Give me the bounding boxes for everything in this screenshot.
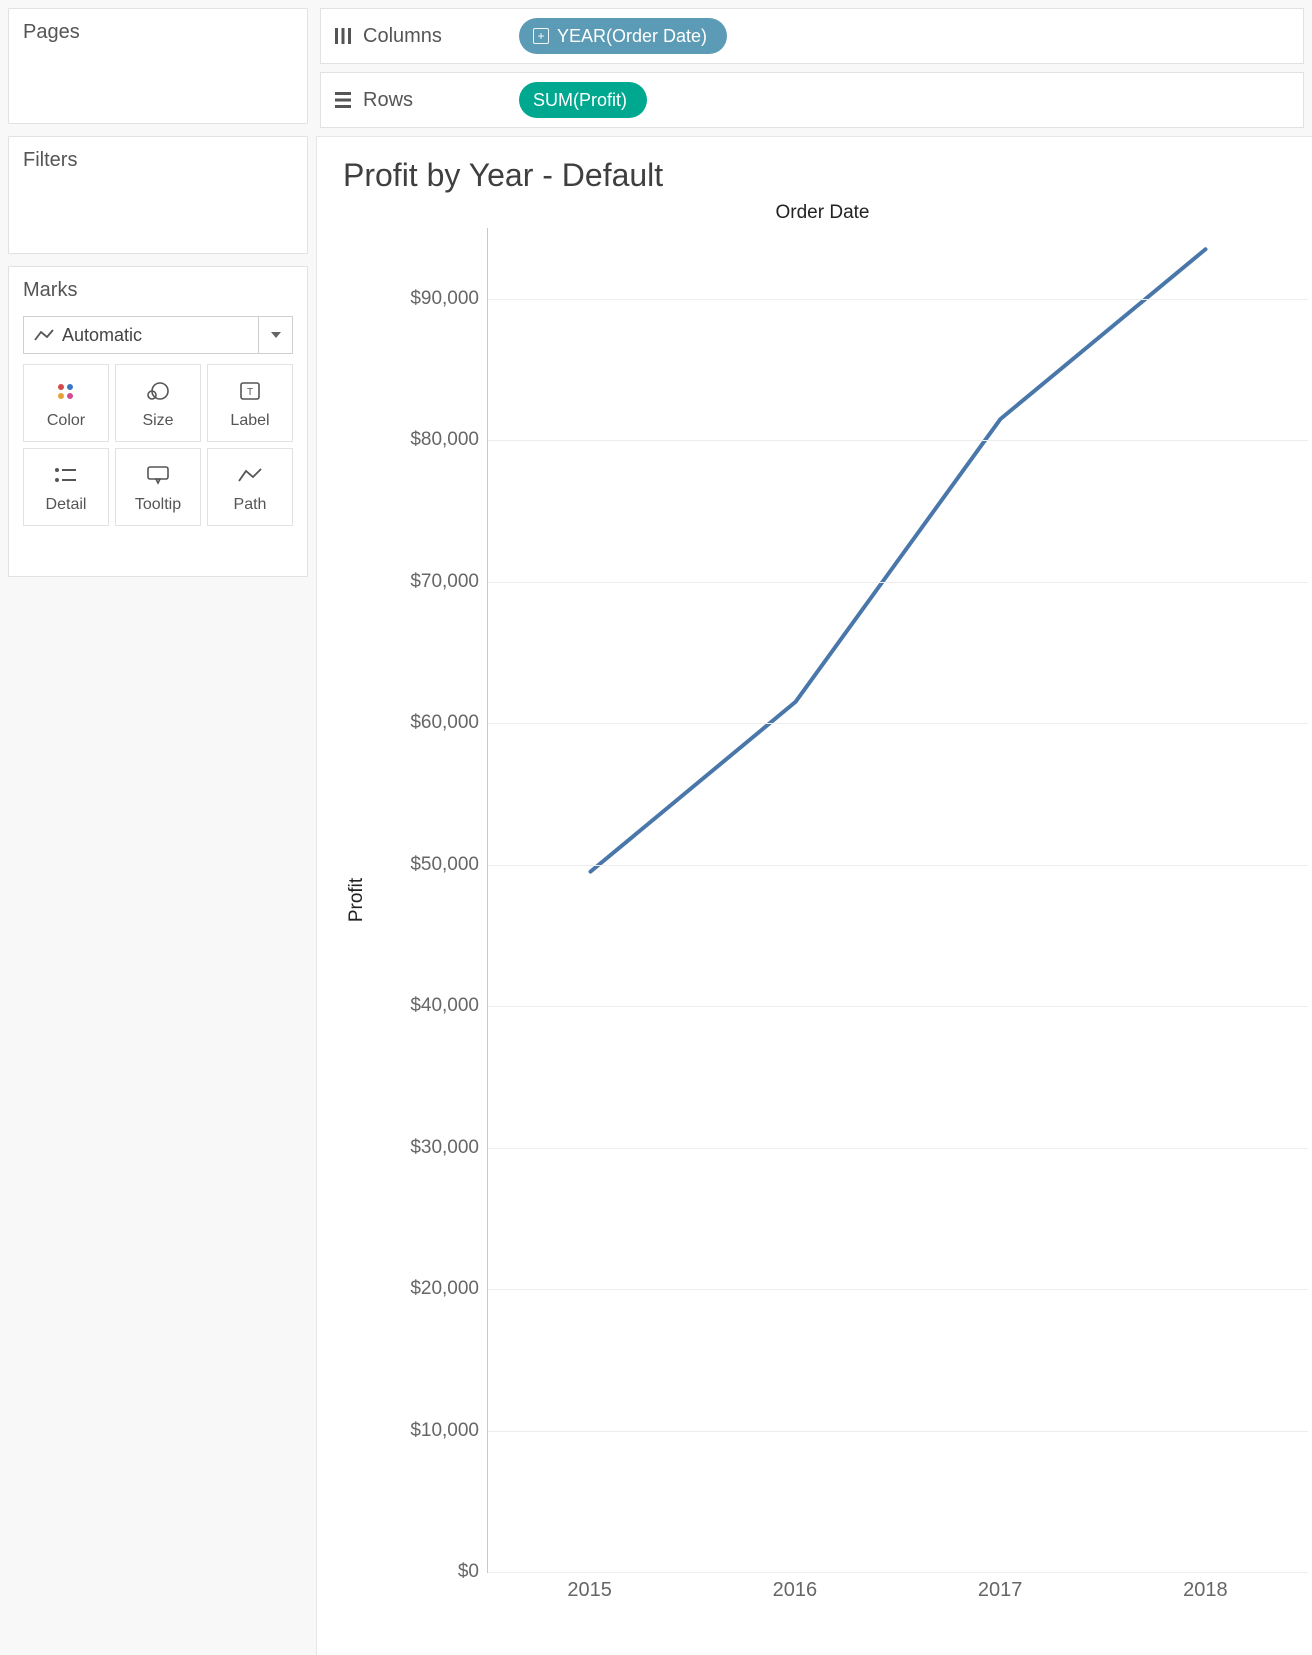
- x-header-label: Order Date: [337, 202, 1308, 224]
- marks-detail-label: Detail: [46, 496, 87, 514]
- x-tick-label: 2018: [1103, 1573, 1308, 1612]
- marks-color-label: Color: [47, 412, 85, 430]
- y-tick-label: $0: [458, 1561, 479, 1583]
- y-tick-label: $70,000: [410, 571, 479, 593]
- marks-path-button[interactable]: Path: [207, 448, 293, 526]
- marks-tooltip-label: Tooltip: [135, 496, 181, 514]
- columns-pill-year-order-date[interactable]: + YEAR(Order Date): [519, 18, 727, 54]
- line-chart-plot[interactable]: [487, 228, 1308, 1572]
- y-tick-label: $50,000: [410, 854, 479, 876]
- columns-shelf[interactable]: Columns + YEAR(Order Date): [320, 8, 1304, 64]
- columns-icon: [333, 26, 353, 46]
- size-icon: [144, 376, 172, 406]
- shelves-area: Columns + YEAR(Order Date) Rows SUM(P: [316, 0, 1312, 136]
- rows-label: Rows: [363, 89, 413, 112]
- detail-icon: [54, 460, 78, 490]
- grid-line: [488, 1148, 1308, 1149]
- filters-panel[interactable]: Filters: [8, 136, 308, 254]
- color-icon: [55, 376, 77, 406]
- grid-line: [488, 582, 1308, 583]
- grid-line: [488, 440, 1308, 441]
- marks-label-button[interactable]: T Label: [207, 364, 293, 442]
- grid-line: [488, 723, 1308, 724]
- y-axis-ticks: $0$10,000$20,000$30,000$40,000$50,000$60…: [377, 228, 487, 1572]
- marks-tooltip-button[interactable]: Tooltip: [115, 448, 201, 526]
- mark-type-select[interactable]: Automatic: [23, 316, 293, 354]
- x-tick-label: 2016: [692, 1573, 897, 1612]
- grid-line: [488, 1006, 1308, 1007]
- marks-label-label: Label: [230, 412, 269, 430]
- marks-color-button[interactable]: Color: [23, 364, 109, 442]
- chart-area: Profit by Year - Default Order Date Prof…: [316, 136, 1312, 1655]
- y-tick-label: $20,000: [410, 1278, 479, 1300]
- y-tick-label: $80,000: [410, 429, 479, 451]
- x-axis-ticks: 2015201620172018: [487, 1572, 1308, 1612]
- path-icon: [238, 460, 262, 490]
- y-tick-label: $90,000: [410, 288, 479, 310]
- y-tick-label: $40,000: [410, 995, 479, 1017]
- filters-title: Filters: [23, 149, 293, 172]
- grid-line: [488, 1431, 1308, 1432]
- marks-size-label: Size: [142, 412, 173, 430]
- columns-label: Columns: [363, 25, 442, 48]
- mark-type-label: Automatic: [62, 325, 142, 346]
- x-tick-label: 2017: [898, 1573, 1103, 1612]
- y-axis-title: Profit: [337, 228, 377, 1572]
- pages-panel[interactable]: Pages: [8, 8, 308, 124]
- marks-panel: Marks Automatic: [8, 266, 308, 577]
- profit-line-series: [591, 249, 1206, 871]
- left-sidebar: Pages Filters Marks Automatic: [0, 0, 316, 1655]
- label-icon: T: [239, 376, 261, 406]
- grid-line: [488, 1572, 1308, 1573]
- rows-pill-label: SUM(Profit): [533, 90, 627, 111]
- expand-icon: +: [533, 28, 549, 44]
- columns-pill-label: YEAR(Order Date): [557, 26, 707, 47]
- line-icon: [34, 328, 54, 342]
- marks-path-label: Path: [234, 496, 267, 514]
- pages-title: Pages: [23, 21, 293, 44]
- chevron-down-icon: [271, 332, 281, 338]
- svg-text:T: T: [247, 387, 253, 398]
- rows-shelf[interactable]: Rows SUM(Profit): [320, 72, 1304, 128]
- dropdown-caret[interactable]: [258, 317, 292, 353]
- rows-icon: [333, 90, 353, 110]
- tooltip-icon: [146, 460, 170, 490]
- grid-line: [488, 865, 1308, 866]
- marks-size-button[interactable]: Size: [115, 364, 201, 442]
- marks-detail-button[interactable]: Detail: [23, 448, 109, 526]
- y-tick-label: $10,000: [410, 1420, 479, 1442]
- grid-line: [488, 1289, 1308, 1290]
- rows-pill-sum-profit[interactable]: SUM(Profit): [519, 82, 647, 118]
- grid-line: [488, 299, 1308, 300]
- x-tick-label: 2015: [487, 1573, 692, 1612]
- y-tick-label: $30,000: [410, 1137, 479, 1159]
- chart-title: Profit by Year - Default: [343, 157, 1308, 194]
- marks-title: Marks: [23, 279, 293, 302]
- y-tick-label: $60,000: [410, 712, 479, 734]
